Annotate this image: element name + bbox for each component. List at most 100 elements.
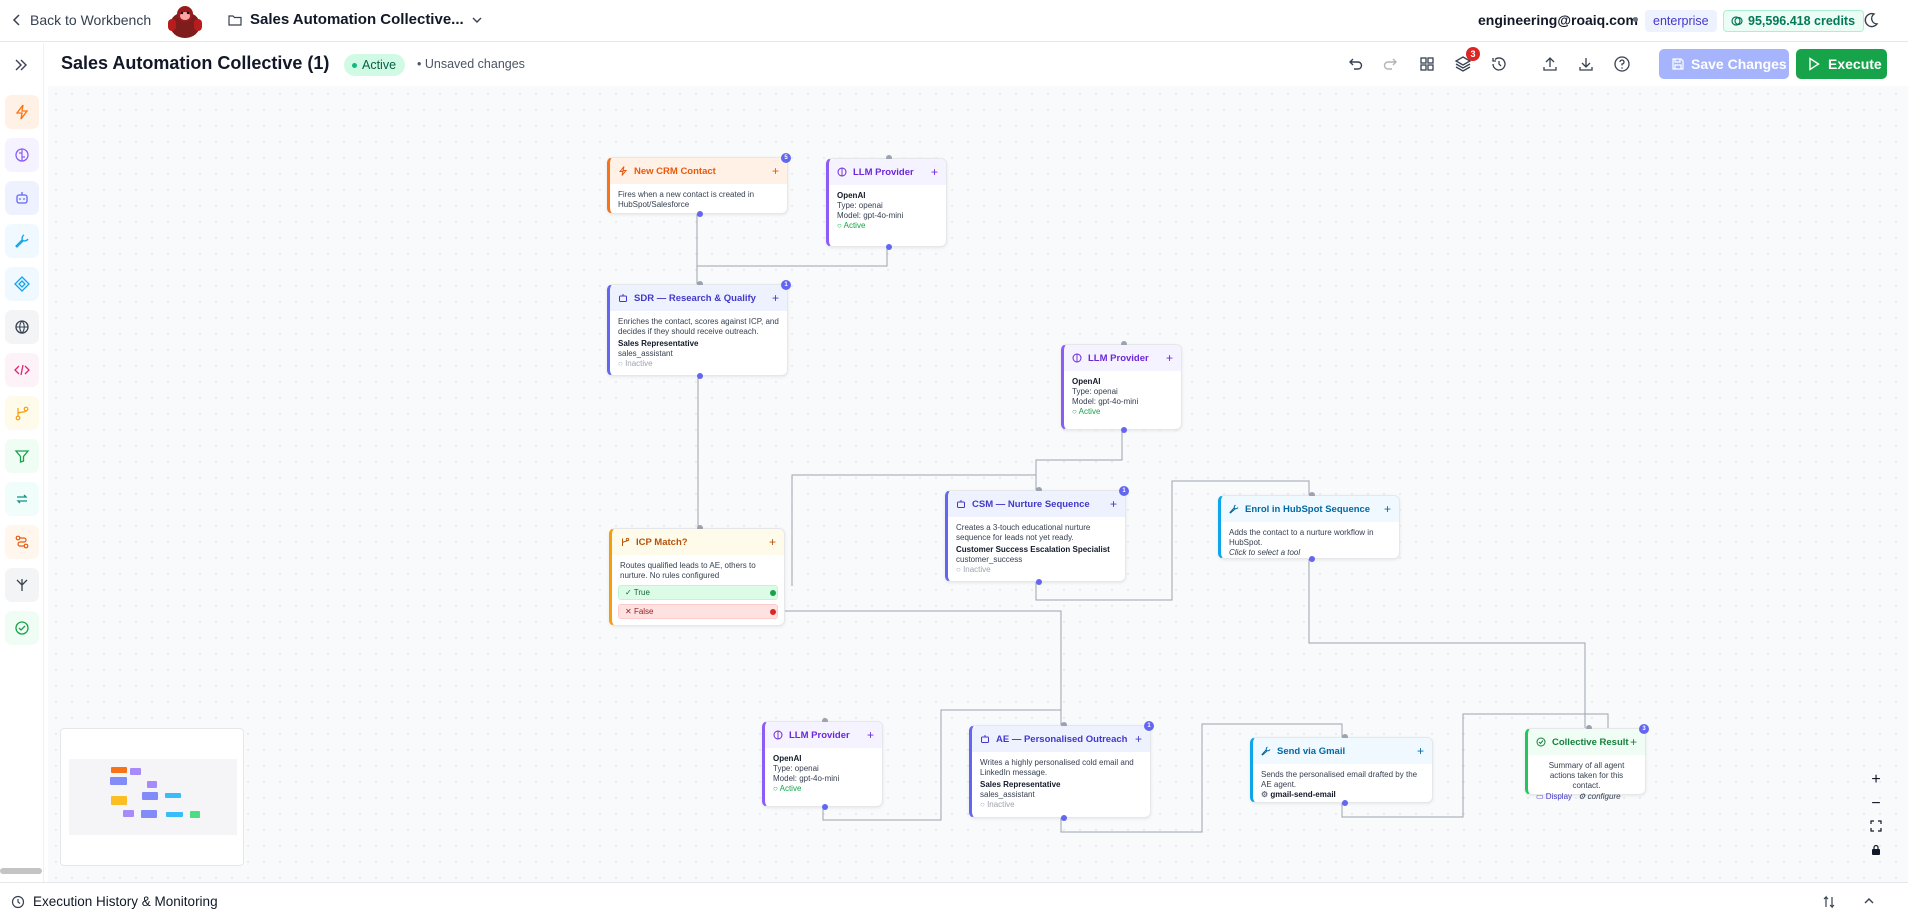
upload-icon[interactable] xyxy=(1541,55,1559,73)
bolt-icon xyxy=(618,166,628,176)
display-label: Display xyxy=(1545,792,1573,801)
add-icon[interactable]: + xyxy=(1135,733,1142,745)
provider-status: ○ Active xyxy=(1072,407,1101,416)
node-new-crm-contact[interactable]: New CRM Contact + 5 Fires when a new con… xyxy=(607,153,791,217)
palette-llm[interactable] xyxy=(5,138,39,172)
provider-model: Model: gpt-4o-mini xyxy=(773,774,840,783)
undo-icon[interactable] xyxy=(1346,55,1364,73)
palette-condition[interactable] xyxy=(5,396,39,430)
node-llm-provider-3[interactable]: LLM Provider + OpenAI Type: openai Model… xyxy=(762,718,883,810)
add-icon[interactable]: + xyxy=(1384,503,1391,515)
horizontal-scrollbar[interactable] xyxy=(0,868,42,874)
node-title: SDR — Research & Qualify xyxy=(634,292,756,304)
node-collective-result[interactable]: Collective Result + 3 Summary of all age… xyxy=(1525,724,1649,801)
help-icon[interactable] xyxy=(1613,55,1631,73)
project-selector[interactable]: Sales Automation Collective... xyxy=(228,11,482,28)
back-to-workbench-link[interactable]: Back to Workbench xyxy=(12,12,151,28)
palette-mcp[interactable] xyxy=(5,267,39,301)
display-option[interactable]: ▭ Display xyxy=(1536,792,1572,801)
node-llm-provider-2[interactable]: LLM Provider + OpenAI Type: openai Model… xyxy=(1061,341,1182,433)
layout-grid-icon[interactable] xyxy=(1418,55,1436,73)
tool-icon: ⚙ xyxy=(1261,790,1269,799)
palette-http[interactable] xyxy=(5,310,39,344)
output-handle[interactable] xyxy=(697,211,703,217)
node-sdr-research[interactable]: SDR — Research & Qualify + 1 Enriches th… xyxy=(607,280,791,379)
execute-button[interactable]: Execute xyxy=(1796,49,1887,79)
branch-false[interactable]: ✕ False xyxy=(618,604,778,619)
node-hubspot-sequence[interactable]: Enrol in HubSpot Sequence + Adds the con… xyxy=(1218,492,1400,562)
add-icon[interactable]: + xyxy=(931,166,938,178)
add-icon[interactable]: + xyxy=(1110,498,1117,510)
agent-role-id: customer_success xyxy=(956,555,1023,564)
palette-loop[interactable] xyxy=(5,482,39,516)
palette-router[interactable] xyxy=(5,525,39,559)
add-icon[interactable]: + xyxy=(772,292,779,304)
output-handle[interactable] xyxy=(1036,579,1042,585)
output-handle[interactable] xyxy=(1061,815,1067,821)
node-send-gmail[interactable]: Send via Gmail + Sends the personalised … xyxy=(1250,734,1433,806)
branch-false-label: False xyxy=(633,607,654,616)
user-email[interactable]: engineering@roaiq.com xyxy=(1478,12,1638,28)
moon-icon[interactable] xyxy=(1862,11,1880,29)
agent-status: ○ Inactive xyxy=(618,359,653,368)
provider-status-label: Active xyxy=(843,221,866,230)
node-title: Collective Result xyxy=(1552,736,1629,748)
sort-arrows-icon[interactable] xyxy=(1822,895,1836,909)
palette-agent[interactable] xyxy=(5,181,39,215)
minimap-node xyxy=(130,768,141,775)
node-title: New CRM Contact xyxy=(634,165,716,177)
add-icon[interactable]: + xyxy=(1630,736,1637,748)
output-handle[interactable] xyxy=(697,373,703,379)
fit-view-icon[interactable] xyxy=(1864,816,1888,840)
node-title: AE — Personalised Outreach xyxy=(996,733,1128,745)
workflow-title[interactable]: Sales Automation Collective (1) xyxy=(61,53,329,74)
add-icon[interactable]: + xyxy=(1417,745,1424,757)
node-header: AE — Personalised Outreach + xyxy=(972,726,1150,752)
minimap[interactable] xyxy=(60,728,244,866)
palette-trigger[interactable] xyxy=(5,95,39,129)
output-handle[interactable] xyxy=(886,244,892,250)
redo-icon[interactable] xyxy=(1382,55,1400,73)
add-icon[interactable]: + xyxy=(1166,352,1173,364)
palette-filter[interactable] xyxy=(5,439,39,473)
add-icon[interactable]: + xyxy=(769,536,776,548)
false-output-handle[interactable] xyxy=(770,609,776,615)
output-handle[interactable] xyxy=(1309,556,1315,562)
node-llm-provider-1[interactable]: LLM Provider + OpenAI Type: openai Model… xyxy=(826,155,947,250)
palette-output[interactable] xyxy=(5,611,39,645)
x-icon: ✕ xyxy=(625,607,632,616)
save-changes-button[interactable]: Save Changes xyxy=(1659,49,1789,79)
provider-type: Type: openai xyxy=(1072,387,1118,396)
output-handle[interactable] xyxy=(1121,427,1127,433)
minimap-node xyxy=(111,767,127,773)
palette-merge[interactable] xyxy=(5,568,39,602)
node-description: Routes qualified leads to AE, others to … xyxy=(620,561,756,580)
chevron-up-icon[interactable] xyxy=(1864,897,1874,905)
palette-code[interactable] xyxy=(5,353,39,387)
gorilla-logo-icon xyxy=(168,6,202,38)
brain-icon xyxy=(1072,353,1082,363)
node-icp-match[interactable]: ICP Match? + Routes qualified leads to A… xyxy=(609,525,785,626)
add-icon[interactable]: + xyxy=(772,165,779,177)
execution-history-bar[interactable]: Execution History & Monitoring xyxy=(0,882,1908,920)
provider-status-label: Active xyxy=(1078,407,1101,416)
node-csm-nurture[interactable]: CSM — Nurture Sequence + 1 Creates a 3-t… xyxy=(945,486,1129,585)
palette-tool[interactable] xyxy=(5,224,39,258)
expand-sidebar-icon[interactable] xyxy=(13,58,29,72)
history-icon[interactable] xyxy=(1490,55,1508,73)
configure-option[interactable]: ⚙ configure xyxy=(1578,792,1620,801)
credits-badge[interactable]: 95,596.418 credits xyxy=(1723,10,1865,32)
selected-tool-label: gmail-send-email xyxy=(1270,790,1336,799)
merge-icon xyxy=(16,579,28,591)
branch-true[interactable]: ✓ True xyxy=(618,585,778,600)
output-handle[interactable] xyxy=(1342,800,1348,806)
output-handle[interactable] xyxy=(822,804,828,810)
agent-role: Sales Representative xyxy=(980,780,1061,789)
download-icon[interactable] xyxy=(1577,55,1595,73)
zoom-in-icon[interactable]: + xyxy=(1864,768,1888,792)
add-icon[interactable]: + xyxy=(867,729,874,741)
true-output-handle[interactable] xyxy=(770,590,776,596)
node-ae-outreach[interactable]: AE — Personalised Outreach + 1 Writes a … xyxy=(969,721,1154,821)
lock-icon[interactable] xyxy=(1864,840,1888,864)
zoom-out-icon[interactable]: − xyxy=(1864,792,1888,816)
